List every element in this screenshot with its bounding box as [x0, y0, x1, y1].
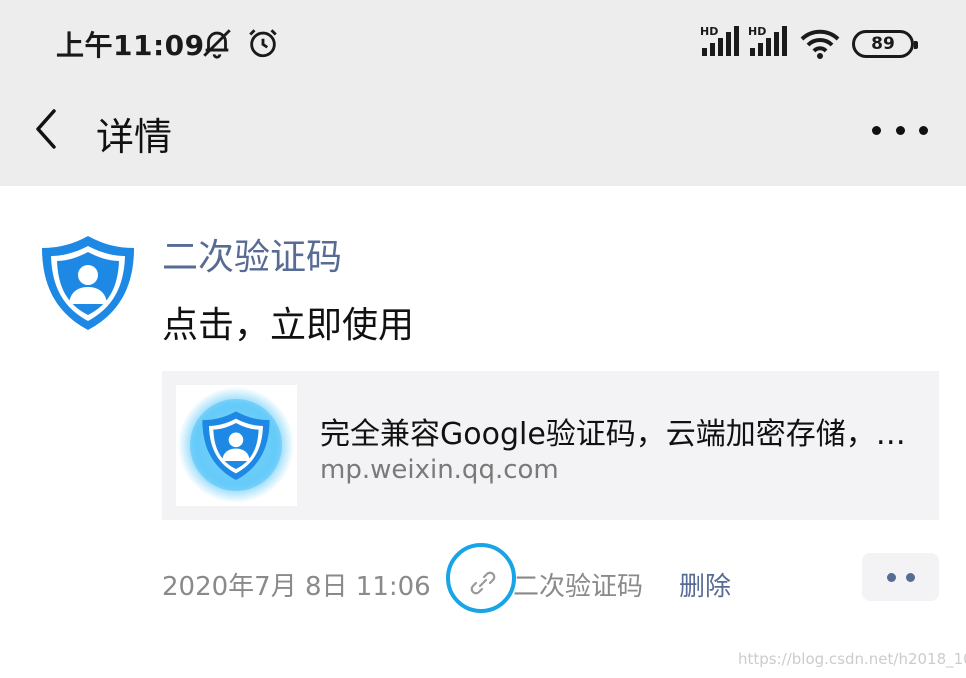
comment-button[interactable]	[862, 553, 939, 601]
back-button[interactable]	[26, 104, 66, 154]
more-icon	[872, 125, 881, 135]
battery-icon: 89	[852, 30, 918, 58]
watermark: https://blog.csdn.net/h2018_10	[738, 650, 966, 668]
post-timestamp: 2020年7月 8日 11:06	[162, 572, 431, 602]
link-title: 完全兼容Google验证码，云端加密存储，换手机不丢失	[320, 417, 920, 452]
post-text: 点击，立即使用	[162, 305, 415, 346]
svg-text:HD: HD	[748, 25, 766, 38]
highlight-circle	[446, 543, 516, 613]
link-domain: mp.weixin.qq.com	[320, 455, 559, 485]
mute-icon	[203, 29, 231, 59]
post-source[interactable]: 二次验证码	[513, 566, 643, 603]
shared-link-card[interactable]: 完全兼容Google验证码，云端加密存储，换手机不丢失 mp.weixin.qq…	[162, 371, 939, 520]
post-author-name[interactable]: 二次验证码	[162, 228, 342, 280]
alarm-icon	[249, 29, 277, 58]
back-arrow-icon	[36, 109, 56, 149]
comment-dots-icon	[886, 572, 896, 582]
status-time: 上午11:09	[56, 29, 205, 62]
more-button[interactable]	[872, 110, 928, 150]
top-bar: 上午11:09 HD HD 89 详情	[0, 0, 966, 186]
wifi-icon	[800, 29, 840, 59]
avatar[interactable]	[36, 230, 140, 334]
page-title: 详情	[96, 115, 173, 159]
hd-signal-icon: HD	[748, 25, 787, 56]
delete-button[interactable]: 删除	[679, 566, 731, 603]
svg-text:HD: HD	[700, 25, 718, 38]
link-thumbnail	[176, 385, 297, 506]
hd-signal-icon: HD	[700, 25, 739, 56]
